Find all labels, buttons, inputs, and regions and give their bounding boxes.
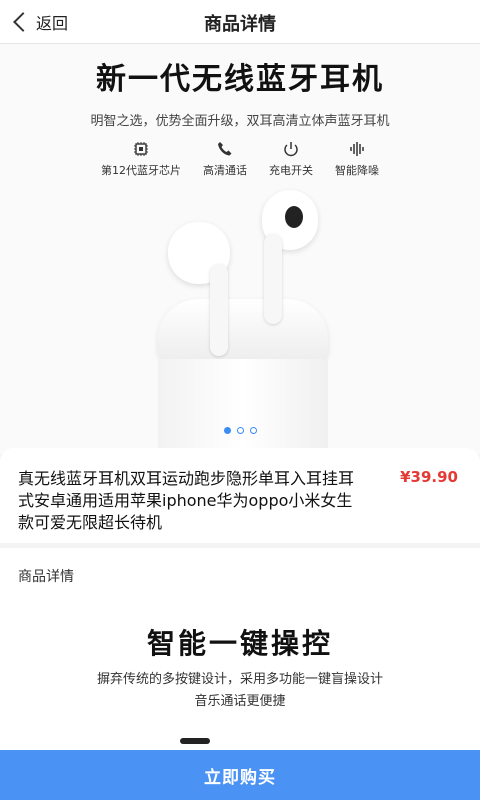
carousel-dot[interactable] [223, 427, 231, 434]
buy-now-button[interactable]: 立即购买 [0, 750, 480, 800]
feature-item: 智能降噪 [335, 140, 379, 178]
chip-icon [134, 142, 148, 156]
buy-now-label: 立即购买 [204, 767, 276, 788]
hero-headline: 新一代无线蓝牙耳机 [96, 62, 384, 97]
page-title: 商品详情 [204, 14, 276, 35]
feature-label: 智能降噪 [335, 164, 379, 177]
feature-item: 充电开关 [269, 140, 313, 178]
charging-case-image [158, 299, 328, 489]
feature-label: 第12代蓝牙芯片 [101, 164, 181, 177]
detail-section-label: 商品详情 [18, 569, 74, 585]
product-info-card: 真无线蓝牙耳机双耳运动跑步隐形单耳入耳挂耳式安卓通用适用苹果iphone华为op… [0, 448, 480, 543]
detail-description: 摒弃传统的多按键设计，采用多功能一键盲操设计 [96, 672, 383, 687]
power-icon [284, 142, 298, 157]
hero-subline: 明智之选，优势全面升级，双耳高清立体声蓝牙耳机 [90, 114, 390, 129]
carousel-dot[interactable] [249, 427, 257, 434]
feature-item: 第12代蓝牙芯片 [101, 140, 181, 178]
product-name: 真无线蓝牙耳机双耳运动跑步隐形单耳入耳挂耳式安卓通用适用苹果iphone华为op… [18, 469, 355, 532]
soundwave-icon [350, 142, 364, 156]
feature-label: 充电开关 [269, 164, 313, 177]
top-navigation-bar: 返回 商品详情 [0, 0, 480, 44]
detail-description: 音乐通话更便捷 [194, 694, 286, 709]
feature-list: 第12代蓝牙芯片 高清通话 充电开关 智能降噪 [0, 140, 480, 178]
detail-image-preview [180, 738, 210, 744]
carousel-dot[interactable] [236, 427, 244, 434]
product-image-carousel[interactable]: 新一代无线蓝牙耳机 明智之选，优势全面升级，双耳高清立体声蓝牙耳机 第12代蓝牙… [0, 44, 480, 489]
phone-icon [218, 142, 232, 156]
product-price: ¥39.90 [400, 468, 458, 486]
detail-title: 智能一键操控 [146, 627, 333, 660]
feature-item: 高清通话 [203, 140, 247, 178]
carousel-indicator [0, 427, 480, 434]
feature-label: 高清通话 [203, 164, 247, 177]
